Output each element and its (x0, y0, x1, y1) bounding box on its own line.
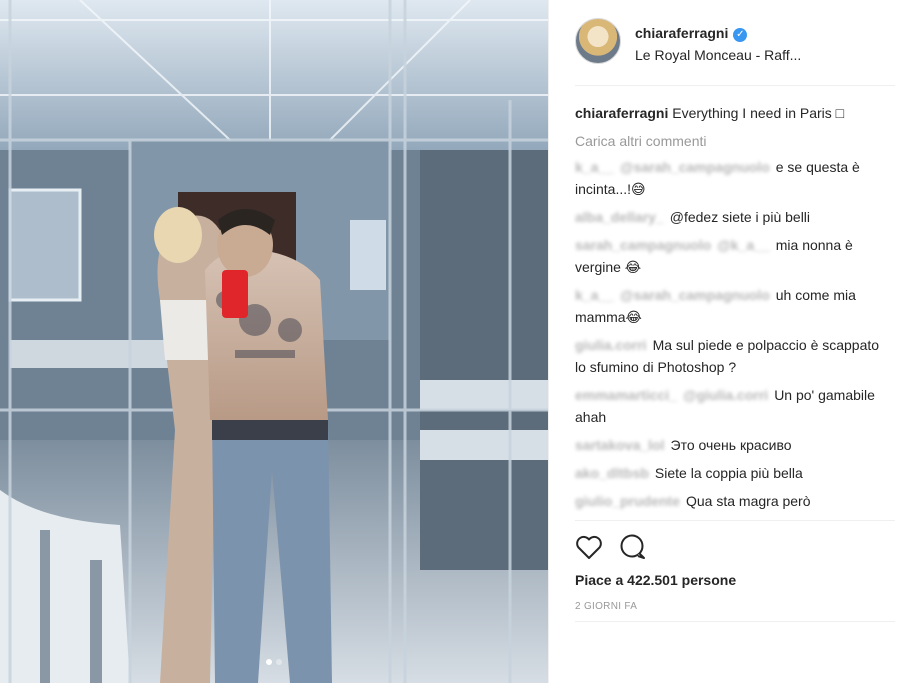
comment-row: giulio_prudente Qua sta magra però (575, 490, 890, 512)
comment-username[interactable]: emmamarticci_ (575, 387, 677, 403)
username-link[interactable]: chiaraferragni ✓ (635, 25, 748, 42)
comment-bubble-icon[interactable] (619, 534, 647, 565)
comment-username[interactable]: k_a__ (575, 287, 614, 303)
comment-text: @fedez siete i più belli (669, 209, 811, 225)
comment-username[interactable]: k_a__ (575, 159, 614, 175)
likes-count[interactable]: Piace a 422.501 persone (575, 572, 736, 588)
footer-divider (575, 621, 895, 622)
comment-username[interactable]: alba_dellary_ (575, 209, 664, 225)
post-photo[interactable] (0, 0, 548, 683)
comment-row: sarah_campagnuolo @k_a__ mia nonna è vergi… (575, 234, 890, 278)
heart-icon[interactable] (575, 534, 603, 565)
comment-mention-blurred[interactable]: @k_a__ (717, 237, 770, 253)
location-link[interactable]: Le Royal Monceau - Raff... (635, 47, 801, 63)
carousel-indicator[interactable] (0, 659, 548, 665)
comment-row: ako_dltbsb Siete la coppia più bella (575, 462, 890, 484)
comment-text: Siete la coppia più bella (654, 465, 803, 481)
comment-username[interactable]: sartakova_lol (575, 437, 665, 453)
comment-list: k_a__ @sarah_campagnuolo e se questa è inc… (575, 156, 890, 512)
comment-username[interactable]: giulia.corri (575, 337, 647, 353)
comments-divider (575, 520, 895, 521)
mirror-bathroom-photo (0, 0, 548, 683)
avatar[interactable] (575, 18, 621, 64)
post-header: chiaraferragni ✓ Le Royal Monceau - Raff.… (575, 18, 895, 70)
comment-mention-blurred[interactable]: @sarah_campagnuolo (620, 287, 770, 303)
caption-text: Everything I need in Paris □ (672, 105, 845, 121)
comment-mention-blurred[interactable]: @giulia.corri (683, 387, 768, 403)
comment-mention-blurred[interactable]: @sarah_campagnuolo (620, 159, 770, 175)
carousel-dot[interactable] (276, 659, 282, 665)
comment-text: Это очень красиво (670, 437, 792, 453)
post-details-panel: chiaraferragni ✓ Le Royal Monceau - Raff.… (548, 0, 912, 683)
comment-row: k_a__ @sarah_campagnuolo e se questa è inc… (575, 156, 890, 200)
verified-badge-icon: ✓ (733, 28, 748, 42)
carousel-dot-active[interactable] (266, 659, 272, 665)
caption-username[interactable]: chiaraferragni (575, 105, 668, 121)
comment-row: sartakova_lol Это очень красиво (575, 434, 890, 456)
load-more-comments-link[interactable]: Carica altri commenti (575, 130, 890, 152)
username[interactable]: chiaraferragni (635, 25, 728, 41)
comments-section: chiaraferragni Everything I need in Pari… (575, 102, 890, 518)
comment-username[interactable]: ako_dltbsb (575, 465, 649, 481)
post-timestamp[interactable]: 2 GIORNI FA (575, 601, 637, 612)
comment-row: alba_dellary_ @fedez siete i più belli (575, 206, 890, 228)
comment-row: k_a__ @sarah_campagnuolo uh come mia mamma… (575, 284, 890, 328)
action-bar (575, 534, 659, 562)
comment-username[interactable]: giulio_prudente (575, 493, 680, 509)
comment-username[interactable]: sarah_campagnuolo (575, 237, 711, 253)
caption: chiaraferragni Everything I need in Pari… (575, 102, 890, 124)
comment-row: giulia.corri Ma sul piede e polpaccio è s… (575, 334, 890, 378)
comment-text: Qua sta magra però (686, 493, 811, 509)
header-divider (575, 85, 895, 86)
comment-row: emmamarticci_ @giulia.corri Un po' gamabil… (575, 384, 890, 428)
